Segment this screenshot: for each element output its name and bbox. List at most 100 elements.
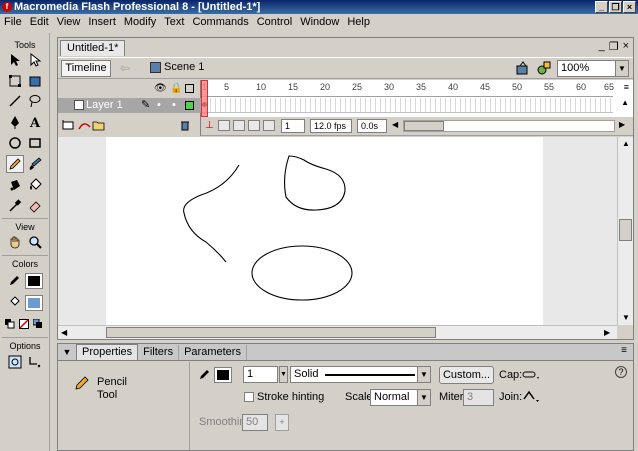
help-icon[interactable]: ? xyxy=(615,366,627,378)
scale-dropdown-icon[interactable]: ▼ xyxy=(417,390,430,405)
minimize-button[interactable]: _ xyxy=(595,1,608,13)
tab-filters[interactable]: Filters xyxy=(138,344,180,360)
edit-symbol-icon[interactable] xyxy=(536,61,552,77)
scroll-up-icon[interactable]: ▲ xyxy=(622,139,630,148)
pencil-mode-icon[interactable] xyxy=(26,353,44,371)
stage-canvas[interactable] xyxy=(106,137,543,325)
stage-hscroll-thumb[interactable] xyxy=(106,327,436,338)
restore-button[interactable]: ❐ xyxy=(609,1,622,13)
timeline-options-icon[interactable]: ≡ xyxy=(624,82,629,92)
pencil-tool-icon[interactable] xyxy=(6,155,24,173)
timeline-scroll-left-icon[interactable]: ◀ xyxy=(392,120,398,129)
timeline-hscroll-thumb[interactable] xyxy=(404,121,444,131)
scroll-down-icon[interactable]: ▼ xyxy=(622,313,630,322)
layer-visible-dot[interactable]: • xyxy=(157,98,161,113)
stroke-height-slider-icon[interactable]: ▼ xyxy=(279,366,288,383)
properties-stroke-color-swatch[interactable] xyxy=(214,367,232,383)
back-arrow-icon[interactable]: ⇦ xyxy=(120,61,130,75)
onion-skin-outlines-icon[interactable] xyxy=(233,120,245,131)
scroll-left-icon[interactable]: ◀ xyxy=(61,328,67,337)
menu-modify[interactable]: Modify xyxy=(120,14,160,31)
edit-scene-icon[interactable] xyxy=(515,61,531,77)
layer-lock-dot[interactable]: • xyxy=(172,98,176,113)
zoom-dropdown-icon[interactable]: ▼ xyxy=(615,61,628,76)
edit-multiple-frames-icon[interactable] xyxy=(248,120,260,131)
frame-rate-field[interactable]: 12.0 fps xyxy=(310,119,352,133)
pen-tool-icon[interactable] xyxy=(6,113,24,131)
paint-bucket-tool-icon[interactable] xyxy=(26,176,44,194)
center-frame-icon[interactable]: ⊥ xyxy=(205,120,214,131)
fill-transform-tool-icon[interactable] xyxy=(26,72,44,90)
outline-all-icon[interactable] xyxy=(185,84,194,93)
modify-onion-markers-icon[interactable] xyxy=(263,120,275,131)
oval-tool-icon[interactable] xyxy=(6,134,24,152)
stroke-color-swatch[interactable] xyxy=(25,273,43,289)
doc-restore-button[interactable]: ❐ xyxy=(609,40,619,53)
show-hide-all-icon[interactable]: 👁 xyxy=(154,83,167,94)
custom-stroke-button[interactable]: Custom... xyxy=(439,366,494,384)
doc-minimize-button[interactable]: _ xyxy=(599,40,605,53)
menu-window[interactable]: Window xyxy=(296,14,343,31)
zoom-tool-icon[interactable] xyxy=(26,233,44,251)
scroll-right-icon[interactable]: ▶ xyxy=(604,328,610,337)
lasso-tool-icon[interactable] xyxy=(26,92,44,110)
fill-color-swatch[interactable] xyxy=(25,295,43,311)
timeline-scroll-right-icon[interactable]: ▶ xyxy=(619,120,625,129)
timeline-hscroll[interactable] xyxy=(403,120,615,132)
menu-help[interactable]: Help xyxy=(343,14,374,31)
selection-tool-icon[interactable] xyxy=(6,51,24,69)
doc-close-button[interactable]: × xyxy=(623,40,629,53)
menu-control[interactable]: Control xyxy=(253,14,296,31)
stroke-hinting-checkbox[interactable] xyxy=(244,392,254,402)
playhead[interactable] xyxy=(201,80,208,117)
eyedropper-tool-icon[interactable] xyxy=(6,197,24,215)
document-tab[interactable]: Untitled-1* xyxy=(60,40,126,56)
frames-scroll-arrow-icon[interactable]: ▲ xyxy=(621,98,629,107)
text-tool-icon[interactable]: A xyxy=(26,113,44,131)
menu-edit[interactable]: Edit xyxy=(26,14,53,31)
insert-folder-icon[interactable] xyxy=(92,119,105,134)
eraser-tool-icon[interactable] xyxy=(26,197,44,215)
stroke-style-dropdown-icon[interactable]: ▼ xyxy=(417,367,430,382)
stroke-height-field[interactable]: 1 xyxy=(243,366,278,383)
insert-layer-icon[interactable] xyxy=(62,119,75,134)
scene-breadcrumb[interactable]: Scene 1 xyxy=(150,61,204,73)
scale-select[interactable]: Normal ▼ xyxy=(370,389,431,406)
stage-vscroll-thumb[interactable] xyxy=(619,219,632,241)
frame-ruler[interactable]: 1 5 10 15 20 25 30 35 40 45 50 55 60 65 xyxy=(201,80,614,97)
timeline-toggle-button[interactable]: Timeline xyxy=(61,60,111,77)
black-white-icon[interactable] xyxy=(4,315,16,333)
free-transform-tool-icon[interactable] xyxy=(6,72,24,90)
delete-layer-icon[interactable] xyxy=(179,119,191,134)
zoom-select[interactable]: 100% ▼ xyxy=(557,60,629,77)
join-style-icon[interactable] xyxy=(521,389,541,406)
close-button[interactable]: × xyxy=(623,1,636,13)
no-color-icon[interactable] xyxy=(18,315,30,333)
cap-style-icon[interactable] xyxy=(521,369,541,384)
swap-colors-icon[interactable] xyxy=(32,315,44,333)
line-tool-icon[interactable] xyxy=(6,92,24,110)
stage-vertical-scrollbar[interactable]: ▲ ▼ xyxy=(617,137,633,325)
add-motion-guide-icon[interactable] xyxy=(78,119,91,134)
stroke-style-select[interactable]: Solid ▼ xyxy=(290,366,431,383)
panel-options-icon[interactable]: ≡ xyxy=(621,345,627,356)
hand-tool-icon[interactable] xyxy=(6,233,24,251)
stage-horizontal-scrollbar[interactable]: ◀ ▶ xyxy=(58,325,617,339)
object-drawing-icon[interactable] xyxy=(6,353,24,371)
ink-bottle-tool-icon[interactable] xyxy=(6,176,24,194)
rectangle-tool-icon[interactable] xyxy=(26,134,44,152)
menu-view[interactable]: View xyxy=(53,14,85,31)
collapse-panel-icon[interactable]: ▼ xyxy=(58,347,76,357)
tab-properties[interactable]: Properties xyxy=(76,344,139,360)
menu-text[interactable]: Text xyxy=(160,14,188,31)
onion-skin-icon[interactable] xyxy=(218,120,230,131)
menu-insert[interactable]: Insert xyxy=(84,14,120,31)
layer-outline-color-icon[interactable] xyxy=(185,101,194,110)
menu-file[interactable]: File xyxy=(0,14,26,31)
tab-parameters[interactable]: Parameters xyxy=(179,344,247,360)
lock-all-icon[interactable]: 🔒 xyxy=(170,83,182,94)
brush-tool-icon[interactable] xyxy=(26,155,44,173)
subselection-tool-icon[interactable] xyxy=(26,51,44,69)
layer-row[interactable]: Layer 1 ✎ • • xyxy=(58,98,201,113)
menu-commands[interactable]: Commands xyxy=(188,14,252,31)
